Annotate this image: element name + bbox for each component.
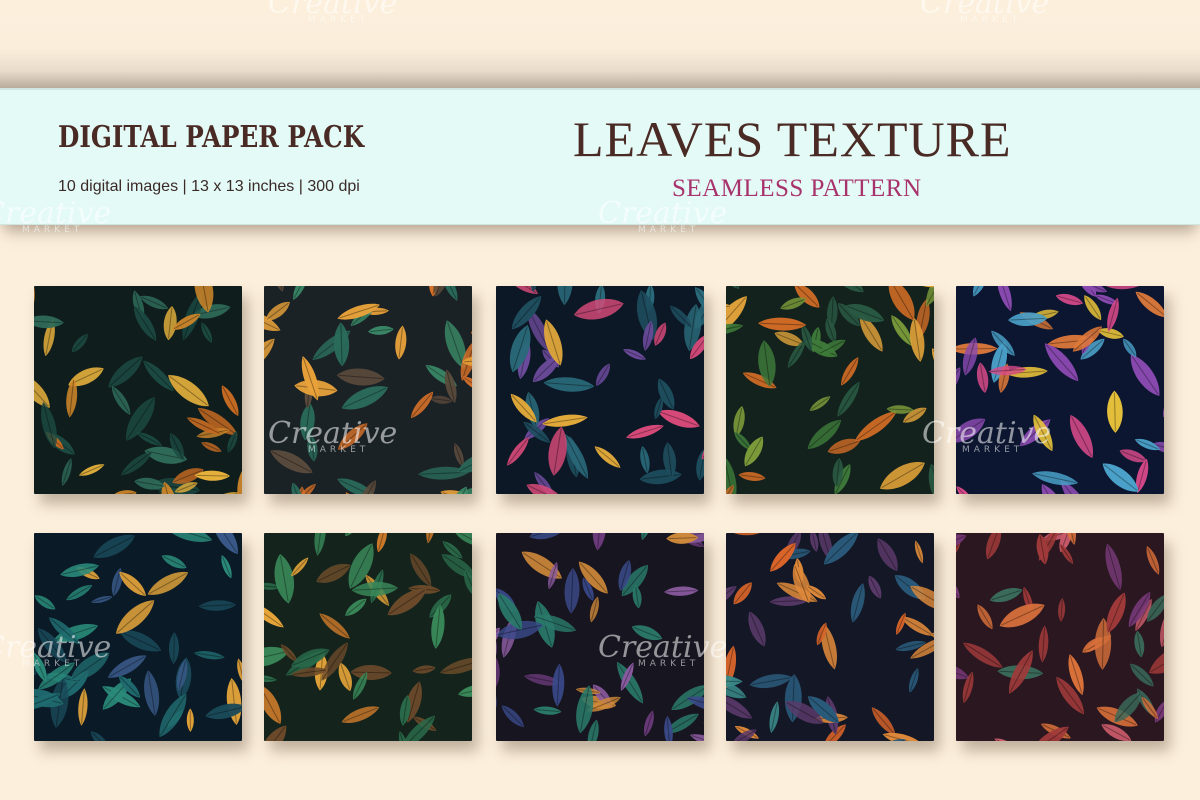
leaf-pattern-image [496,286,704,494]
title-banner: DIGITAL PAPER PACK 10 digital images | 1… [0,88,1200,225]
leaf-pattern-image [726,533,934,741]
product-subtitle: SEAMLESS PATTERN [672,175,922,202]
leaf-pattern-image [496,533,704,741]
pattern-tile-5[interactable] [956,286,1164,494]
product-title: LEAVES TEXTURE [573,111,1012,167]
pack-specs: 10 digital images | 13 x 13 inches | 300… [58,178,360,195]
pattern-tile-7[interactable] [264,533,472,741]
leaf-pattern-image [956,286,1164,494]
pattern-tile-1[interactable] [34,286,242,494]
pattern-tile-3[interactable] [496,286,704,494]
pattern-tile-4[interactable] [726,286,934,494]
leaf-pattern-image [726,286,934,494]
leaf-pattern-image [264,533,472,741]
leaf-pattern-image [34,533,242,741]
leaf-pattern-image [264,286,472,494]
top-shadow-ridge [0,0,1200,88]
leaf-pattern-image [956,533,1164,741]
pattern-tile-8[interactable] [496,533,704,741]
pattern-tile-2[interactable] [264,286,472,494]
pattern-tile-10[interactable] [956,533,1164,741]
pattern-tile-6[interactable] [34,533,242,741]
pattern-tile-9[interactable] [726,533,934,741]
leaf-pattern-image [34,286,242,494]
pack-title: DIGITAL PAPER PACK [58,120,365,155]
